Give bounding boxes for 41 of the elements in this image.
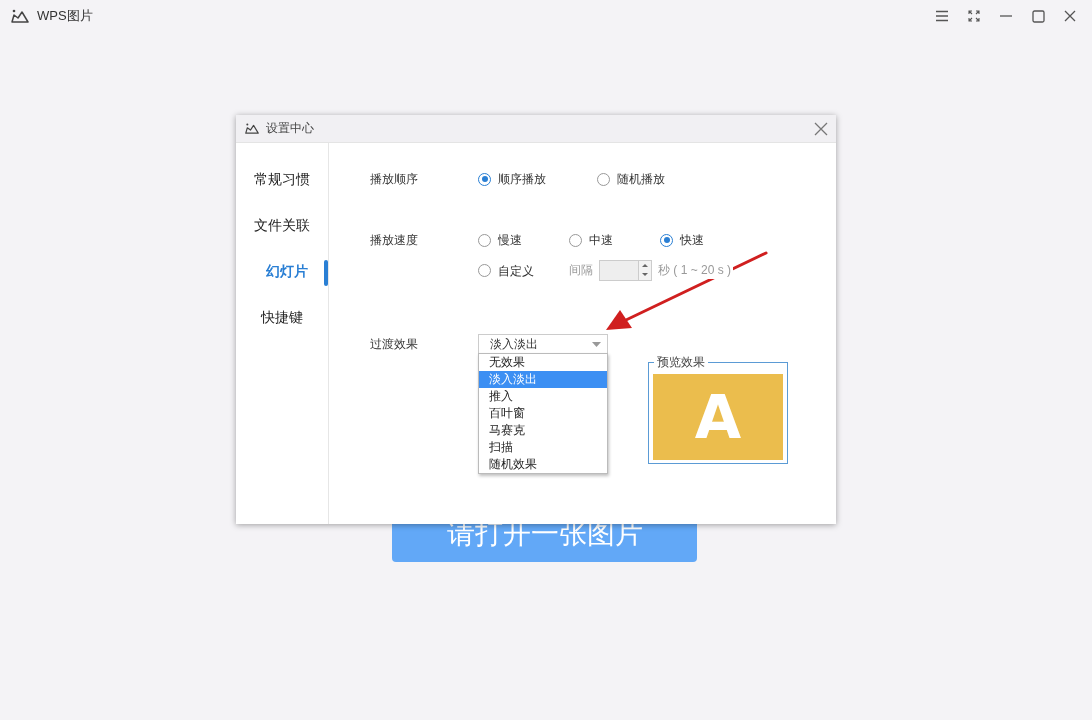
setting-label: 过渡效果 xyxy=(370,336,419,353)
radio-button[interactable] xyxy=(660,233,673,247)
option-label[interactable]: 中速 xyxy=(589,230,613,250)
menu-icon[interactable] xyxy=(935,10,949,22)
radio-button[interactable] xyxy=(478,264,491,277)
transition-dropdown[interactable]: 淡入淡出 xyxy=(478,334,608,355)
dropdown-option[interactable]: 随机效果 xyxy=(479,456,607,473)
preview-legend: 预览效果 xyxy=(654,354,708,370)
radio-button[interactable] xyxy=(597,172,610,186)
option-label[interactable]: 顺序播放 xyxy=(498,169,546,189)
option-label[interactable]: 慢速 xyxy=(498,230,522,250)
close-icon[interactable] xyxy=(1064,10,1076,22)
dropdown-option[interactable]: 马赛克 xyxy=(479,422,607,439)
preview-letter: A xyxy=(694,382,742,452)
interval-range-label: 秒 ( 1 ~ 20 s ) xyxy=(658,262,734,279)
dropdown-option[interactable]: 百叶窗 xyxy=(479,405,607,422)
dropdown-option[interactable]: 无效果 xyxy=(479,354,607,371)
sidebar-item[interactable]: 常规习惯 xyxy=(236,168,328,214)
dropdown-option[interactable]: 扫描 xyxy=(479,439,607,456)
option-label[interactable]: 自定义 xyxy=(498,260,534,281)
dropdown-option[interactable]: 推入 xyxy=(479,388,607,405)
radio-button[interactable] xyxy=(478,172,491,186)
app-title: WPS图片 xyxy=(37,7,93,25)
option-label[interactable]: 随机播放 xyxy=(617,169,665,189)
sidebar-item[interactable]: 文件关联 xyxy=(236,214,328,260)
radio-button[interactable] xyxy=(478,233,491,247)
option-label[interactable]: 快速 xyxy=(680,230,704,250)
sidebar-item[interactable]: 快捷键 xyxy=(236,306,328,352)
sidebar-item[interactable]: 幻灯片 xyxy=(236,260,328,306)
setting-label: 播放速度 xyxy=(370,232,419,249)
app-logo-icon xyxy=(245,123,259,134)
caret-icon xyxy=(592,342,601,347)
app-logo-icon xyxy=(11,9,29,23)
maximize-icon[interactable] xyxy=(1031,9,1045,23)
interval-label: 间隔 xyxy=(569,262,593,279)
close-icon[interactable] xyxy=(814,121,828,136)
dialog-title: 设置中心 xyxy=(266,120,314,137)
fullscreen-icon[interactable] xyxy=(968,10,980,22)
radio-button[interactable] xyxy=(569,233,582,247)
setting-label: 播放顺序 xyxy=(370,171,419,188)
selection-indicator xyxy=(324,260,328,286)
